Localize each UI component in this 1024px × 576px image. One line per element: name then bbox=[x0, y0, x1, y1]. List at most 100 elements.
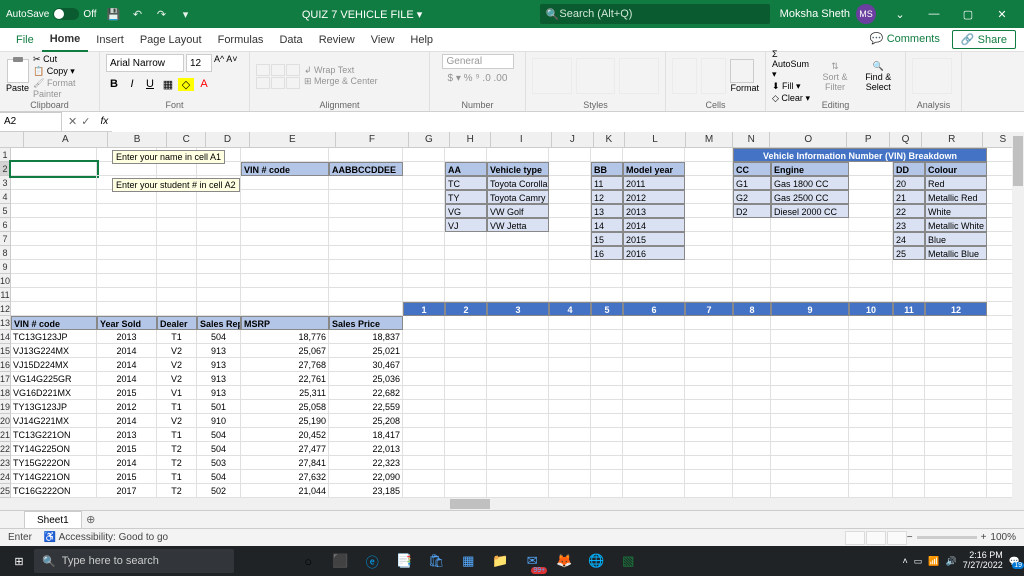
cell[interactable]: 2015 bbox=[97, 442, 157, 456]
cell[interactable] bbox=[487, 330, 549, 344]
cell[interactable]: MSRP bbox=[241, 316, 329, 330]
number-format[interactable]: General bbox=[442, 54, 514, 69]
minimize-icon[interactable]: — bbox=[918, 4, 950, 24]
cell[interactable] bbox=[893, 260, 925, 274]
cell[interactable] bbox=[771, 428, 849, 442]
cell[interactable] bbox=[487, 442, 549, 456]
cell[interactable]: Sales Price bbox=[329, 316, 403, 330]
cell[interactable]: 504 bbox=[197, 470, 241, 484]
row-header-12[interactable]: 12 bbox=[0, 302, 10, 316]
cell[interactable] bbox=[97, 260, 157, 274]
cell[interactable] bbox=[11, 176, 97, 190]
cell[interactable]: 2014 bbox=[97, 344, 157, 358]
cell[interactable] bbox=[623, 316, 685, 330]
zoom-slider[interactable] bbox=[917, 536, 977, 539]
col-header-P[interactable]: P bbox=[847, 132, 890, 147]
cell[interactable]: 504 bbox=[197, 428, 241, 442]
find-select[interactable]: 🔍Find & Select bbox=[857, 61, 899, 92]
row-header-2[interactable]: 2 bbox=[0, 162, 10, 176]
cell[interactable]: 21 bbox=[893, 190, 925, 204]
cell[interactable] bbox=[403, 190, 445, 204]
cell[interactable] bbox=[549, 428, 591, 442]
cell[interactable]: 22,090 bbox=[329, 470, 403, 484]
cell[interactable]: 2013 bbox=[623, 204, 685, 218]
cell[interactable]: 30,467 bbox=[329, 358, 403, 372]
cell[interactable] bbox=[623, 400, 685, 414]
cell[interactable] bbox=[733, 442, 771, 456]
cell[interactable] bbox=[445, 288, 487, 302]
cell[interactable] bbox=[445, 442, 487, 456]
cell[interactable] bbox=[685, 190, 733, 204]
cell[interactable] bbox=[685, 232, 733, 246]
underline-button[interactable]: U bbox=[142, 78, 158, 91]
cell[interactable] bbox=[549, 386, 591, 400]
cell[interactable] bbox=[685, 400, 733, 414]
cell[interactable]: 913 bbox=[197, 344, 241, 358]
cell[interactable] bbox=[591, 470, 623, 484]
cell[interactable]: AA bbox=[445, 162, 487, 176]
menu-insert[interactable]: Insert bbox=[88, 28, 132, 52]
cell[interactable] bbox=[487, 344, 549, 358]
cell[interactable]: 10 bbox=[849, 302, 893, 316]
cell[interactable]: 6 bbox=[623, 302, 685, 316]
cell[interactable]: DD bbox=[893, 162, 925, 176]
cell[interactable] bbox=[549, 470, 591, 484]
italic-button[interactable]: I bbox=[124, 78, 140, 91]
cell[interactable]: 2014 bbox=[97, 372, 157, 386]
cell[interactable] bbox=[685, 288, 733, 302]
cell[interactable] bbox=[591, 428, 623, 442]
cell[interactable] bbox=[97, 204, 157, 218]
cell[interactable] bbox=[733, 414, 771, 428]
cell[interactable]: TY15G222ON bbox=[11, 456, 97, 470]
cell[interactable] bbox=[549, 372, 591, 386]
cell[interactable] bbox=[445, 470, 487, 484]
cell[interactable] bbox=[849, 386, 893, 400]
cell[interactable] bbox=[329, 176, 403, 190]
cell[interactable] bbox=[445, 400, 487, 414]
row-header-22[interactable]: 22 bbox=[0, 442, 10, 456]
cell[interactable] bbox=[97, 288, 157, 302]
cell[interactable]: 15 bbox=[591, 232, 623, 246]
cell[interactable]: VJ15D224MX bbox=[11, 358, 97, 372]
col-header-J[interactable]: J bbox=[552, 132, 593, 147]
row-header-16[interactable]: 16 bbox=[0, 358, 10, 372]
cell[interactable]: 18,837 bbox=[329, 330, 403, 344]
cell[interactable]: Metallic White bbox=[925, 218, 987, 232]
cell[interactable] bbox=[549, 162, 591, 176]
menu-review[interactable]: Review bbox=[311, 28, 363, 52]
cell[interactable]: 24 bbox=[893, 232, 925, 246]
cell[interactable] bbox=[733, 246, 771, 260]
cell[interactable] bbox=[925, 470, 987, 484]
cell[interactable] bbox=[157, 288, 197, 302]
cell[interactable] bbox=[11, 232, 97, 246]
cell[interactable] bbox=[403, 232, 445, 246]
cell[interactable] bbox=[925, 456, 987, 470]
tray-chevron-icon[interactable]: ˄ bbox=[903, 556, 908, 566]
cell[interactable] bbox=[487, 456, 549, 470]
cell[interactable]: VW Golf bbox=[487, 204, 549, 218]
cell[interactable]: 27,632 bbox=[241, 470, 329, 484]
cell[interactable]: TY14G221ON bbox=[11, 470, 97, 484]
cell[interactable] bbox=[591, 386, 623, 400]
cell[interactable] bbox=[549, 260, 591, 274]
cell[interactable] bbox=[329, 274, 403, 288]
cell[interactable] bbox=[591, 260, 623, 274]
cell[interactable]: CC bbox=[733, 162, 771, 176]
cell[interactable] bbox=[549, 274, 591, 288]
cell[interactable]: 22,761 bbox=[241, 372, 329, 386]
cell[interactable] bbox=[329, 302, 403, 316]
cell[interactable] bbox=[549, 288, 591, 302]
cell[interactable] bbox=[925, 358, 987, 372]
cell[interactable] bbox=[685, 176, 733, 190]
menu-view[interactable]: View bbox=[363, 28, 403, 52]
cell[interactable] bbox=[11, 274, 97, 288]
col-header-I[interactable]: I bbox=[491, 132, 552, 147]
cell[interactable] bbox=[893, 358, 925, 372]
cell[interactable]: T1 bbox=[157, 330, 197, 344]
cell[interactable]: Red bbox=[925, 176, 987, 190]
cell[interactable] bbox=[893, 456, 925, 470]
cell[interactable] bbox=[487, 484, 549, 498]
cell[interactable] bbox=[487, 246, 549, 260]
cell[interactable] bbox=[445, 330, 487, 344]
cell[interactable] bbox=[771, 232, 849, 246]
